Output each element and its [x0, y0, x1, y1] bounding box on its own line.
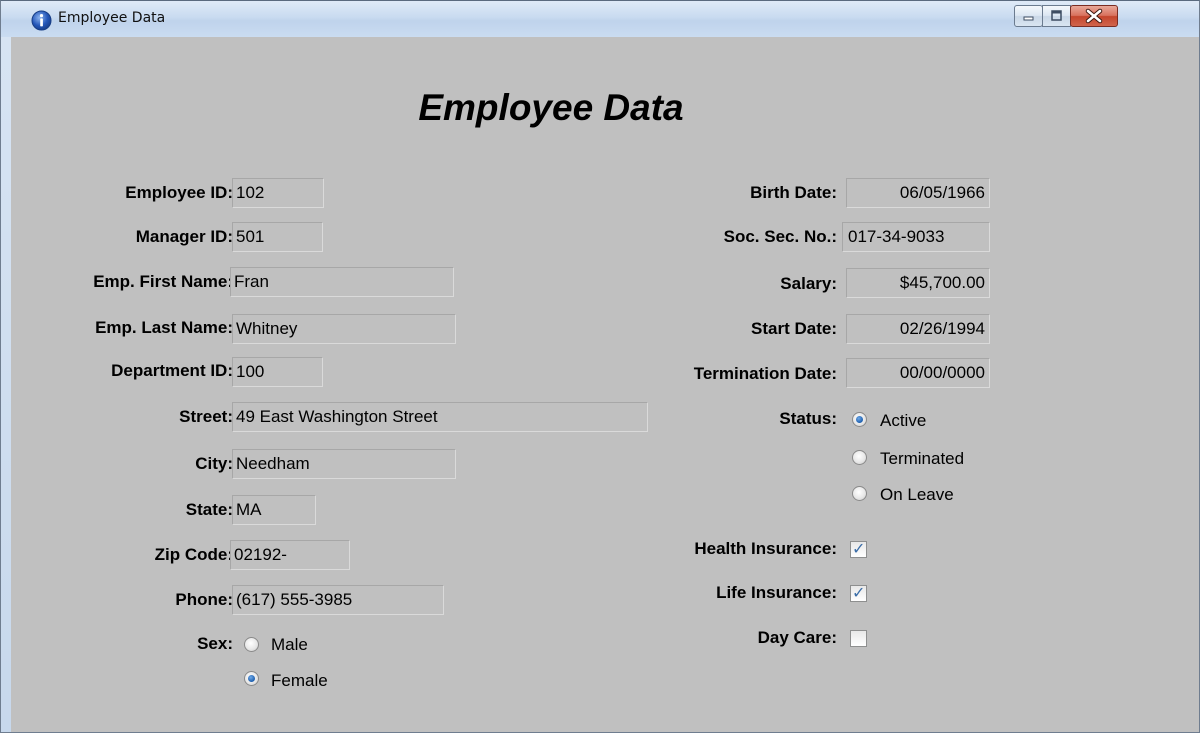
info-icon	[31, 10, 52, 31]
last-name-label: Emp. Last Name:	[95, 318, 233, 337]
window-title: Employee Data	[58, 10, 166, 26]
employee-id-field[interactable]: 102	[232, 178, 324, 208]
window-frame-edge	[1, 37, 11, 732]
last-name-field[interactable]: Whitney	[232, 314, 456, 344]
termination-date-label: Termination Date:	[693, 364, 837, 383]
health-insurance-checkbox[interactable]	[850, 539, 867, 558]
sex-label: Sex:	[197, 634, 233, 653]
close-button[interactable]	[1070, 5, 1118, 27]
sex-male-radio[interactable]	[244, 637, 259, 652]
first-name-field[interactable]: Fran	[230, 267, 454, 297]
ssn-label: Soc. Sec. No.:	[723, 227, 837, 246]
department-id-label: Department ID:	[111, 361, 233, 380]
status-on-leave-label[interactable]: On Leave	[880, 485, 954, 505]
zip-code-field[interactable]: 02192-	[230, 540, 350, 570]
street-field[interactable]: 49 East Washington Street	[232, 402, 648, 432]
sex-female-label[interactable]: Female	[271, 671, 328, 691]
phone-field[interactable]: (617) 555-3985	[232, 585, 444, 615]
minimize-icon	[1023, 16, 1034, 21]
manager-id-label: Manager ID:	[135, 227, 233, 246]
phone-label: Phone:	[175, 590, 233, 609]
street-label: Street:	[179, 407, 233, 426]
salary-label: Salary:	[780, 274, 837, 293]
ssn-field[interactable]: 017-34-9033	[842, 222, 990, 252]
status-terminated-label[interactable]: Terminated	[880, 449, 964, 469]
department-id-field[interactable]: 100	[232, 357, 323, 387]
page-title: Employee Data	[418, 87, 684, 128]
app-window: Employee Data Employee Data Employee ID:…	[0, 0, 1200, 733]
status-active-label[interactable]: Active	[880, 411, 926, 431]
life-insurance-label: Life Insurance:	[716, 583, 837, 602]
sex-male-label[interactable]: Male	[271, 635, 308, 655]
start-date-label: Start Date:	[751, 319, 837, 338]
health-insurance-label: Health Insurance:	[694, 539, 837, 558]
title-bar[interactable]: Employee Data	[1, 1, 1199, 37]
restore-icon	[1051, 10, 1062, 21]
city-field[interactable]: Needham	[232, 449, 456, 479]
status-on-leave-radio[interactable]	[852, 486, 867, 501]
day-care-checkbox[interactable]	[850, 630, 867, 647]
birth-date-label: Birth Date:	[750, 183, 837, 202]
sex-female-radio[interactable]	[244, 671, 259, 686]
life-insurance-checkbox[interactable]	[850, 583, 867, 602]
status-active-radio[interactable]	[852, 412, 867, 427]
form-area	[11, 37, 1199, 732]
state-label: State:	[185, 500, 233, 519]
status-label: Status:	[779, 409, 837, 428]
employee-id-label: Employee ID:	[125, 183, 233, 202]
manager-id-field[interactable]: 501	[232, 222, 323, 252]
city-label: City:	[195, 454, 233, 473]
status-terminated-radio[interactable]	[852, 450, 867, 465]
birth-date-field[interactable]: 06/05/1966	[846, 178, 990, 208]
salary-field[interactable]: $45,700.00	[846, 268, 990, 298]
state-field[interactable]: MA	[232, 495, 316, 525]
termination-date-field[interactable]: 00/00/0000	[846, 358, 990, 388]
minimize-button[interactable]	[1014, 5, 1043, 27]
restore-button[interactable]	[1042, 5, 1071, 27]
start-date-field[interactable]: 02/26/1994	[846, 314, 990, 344]
first-name-label: Emp. First Name:	[93, 272, 233, 291]
zip-code-label: Zip Code:	[154, 545, 233, 564]
day-care-label: Day Care:	[757, 628, 837, 647]
close-icon	[1085, 8, 1103, 24]
